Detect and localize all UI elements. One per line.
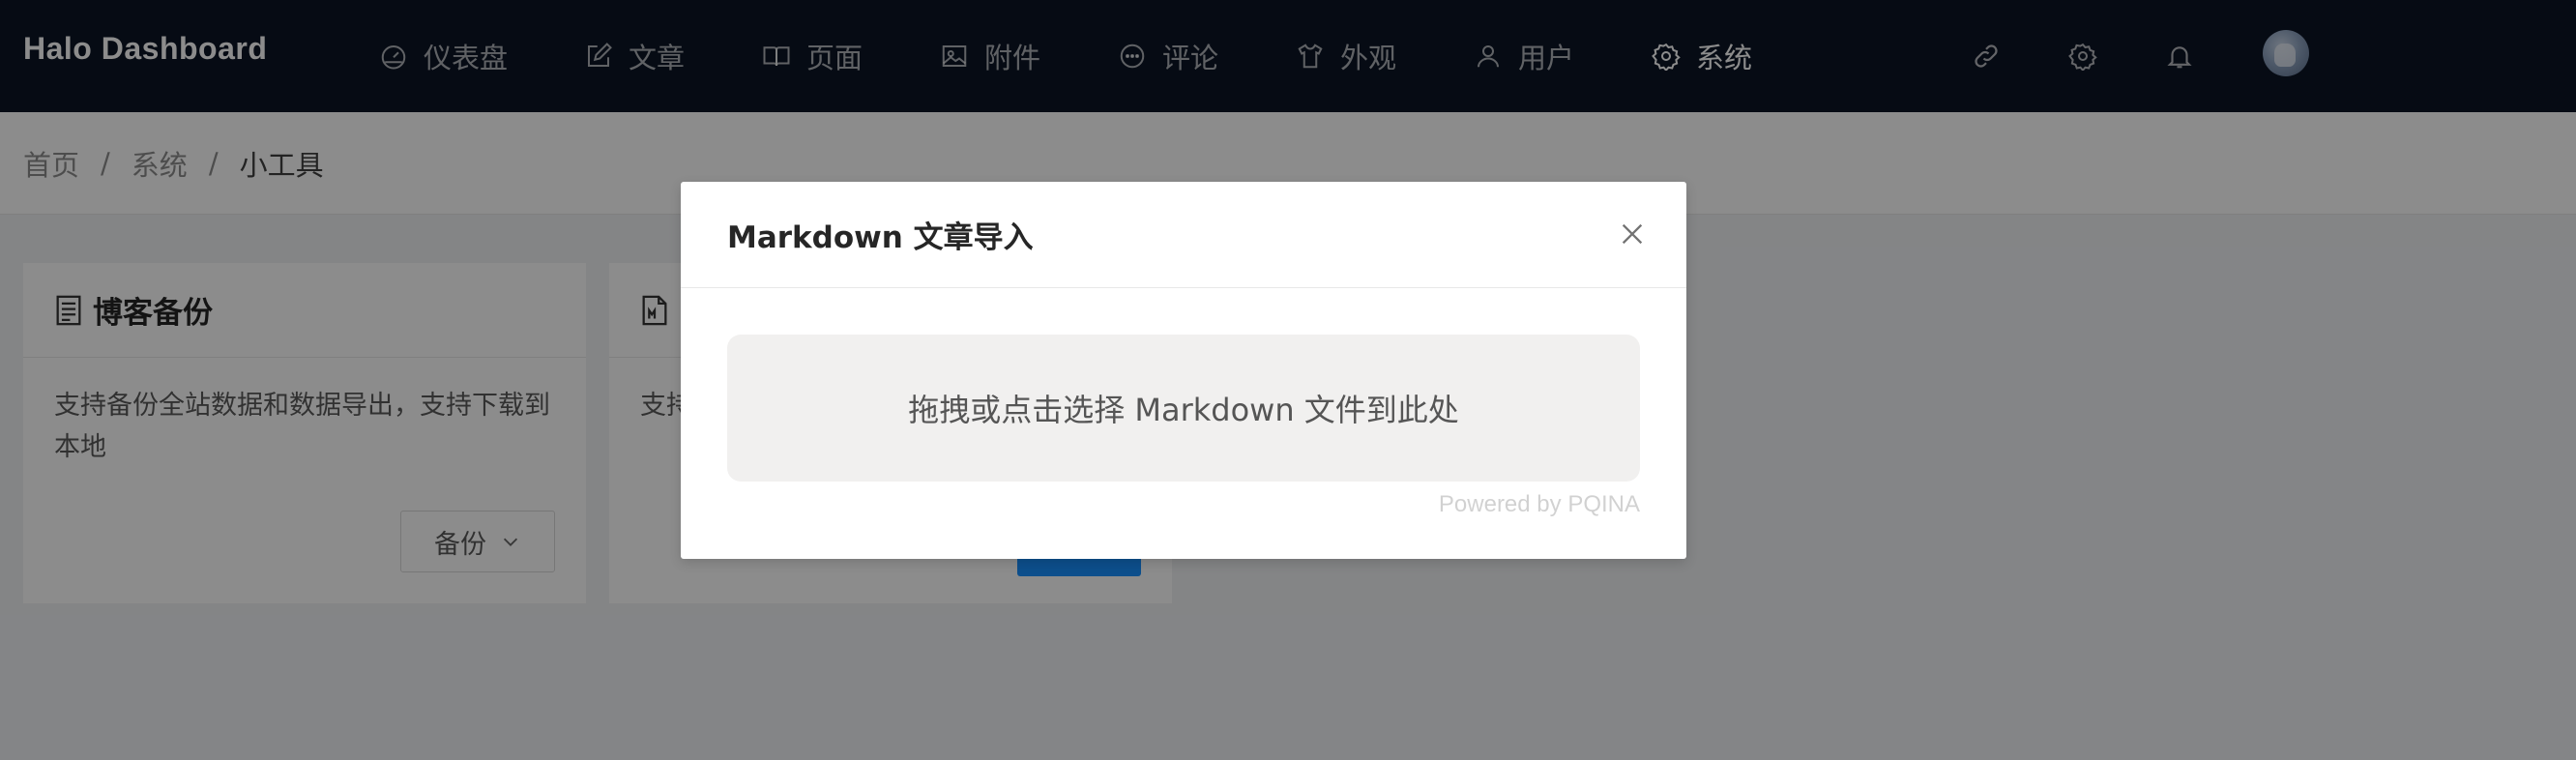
close-icon	[1622, 223, 1643, 245]
dropzone-label: 拖拽或点击选择 Markdown 文件到此处	[908, 392, 1459, 428]
close-button[interactable]	[1613, 215, 1652, 253]
modal-header: Markdown 文章导入	[681, 182, 1686, 288]
markdown-import-modal: Markdown 文章导入 拖拽或点击选择 Markdown 文件到此处 Pow…	[681, 182, 1686, 559]
modal-title: Markdown 文章导入	[727, 220, 1034, 255]
file-dropzone[interactable]: 拖拽或点击选择 Markdown 文件到此处	[727, 335, 1640, 482]
powered-by-credits[interactable]: Powered by PQINA	[1439, 491, 1640, 518]
